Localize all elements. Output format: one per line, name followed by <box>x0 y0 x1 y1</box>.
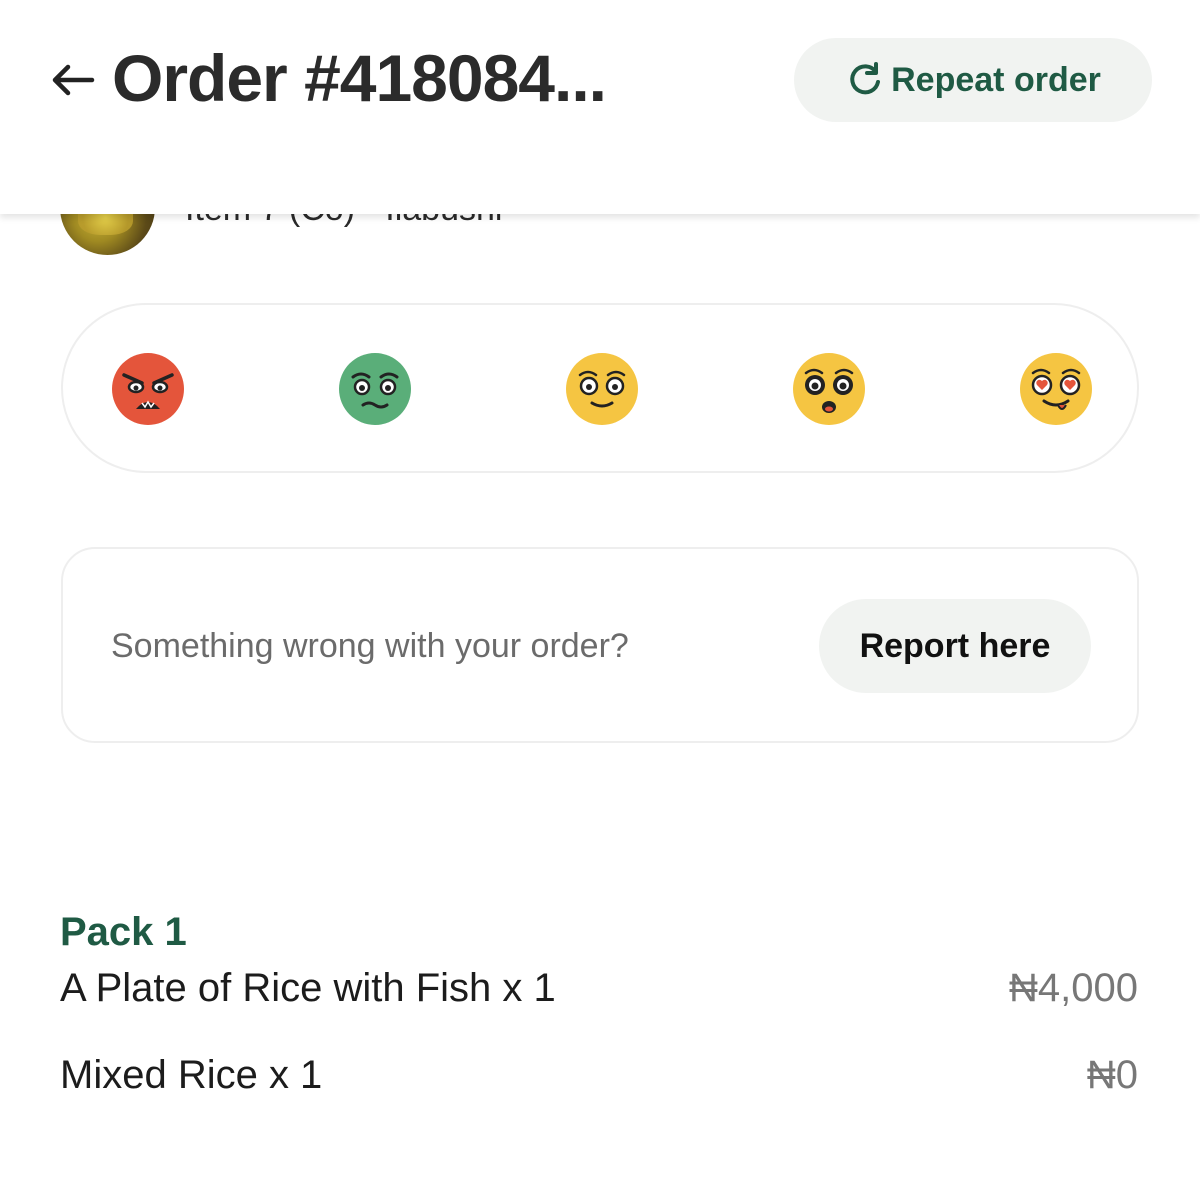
arrow-left-icon <box>52 64 95 96</box>
rating-bar <box>61 303 1139 473</box>
back-button[interactable] <box>44 52 100 108</box>
heart-eyes-face-icon <box>1020 353 1092 425</box>
rating-option-surprised[interactable] <box>793 353 865 425</box>
report-here-button[interactable]: Report here <box>819 599 1091 693</box>
angry-face-icon <box>112 353 184 425</box>
refresh-icon <box>850 62 881 95</box>
repeat-order-button[interactable]: Repeat order <box>794 38 1152 122</box>
item-price: ₦0 <box>1086 1053 1138 1097</box>
item-name: Mixed Rice x 1 <box>60 1053 323 1097</box>
neutral-face-icon <box>566 353 638 425</box>
repeat-order-label: Repeat order <box>891 60 1101 99</box>
list-item: A Plate of Rice with Fish x 1 ₦4,000 <box>60 966 1138 1016</box>
rating-option-sick[interactable] <box>339 353 411 425</box>
rating-option-love[interactable] <box>1020 353 1092 425</box>
sick-face-icon <box>339 353 411 425</box>
item-price: ₦4,000 <box>1009 966 1138 1010</box>
pack-title: Pack 1 <box>60 910 187 954</box>
rating-option-neutral[interactable] <box>566 353 638 425</box>
report-prompt: Something wrong with your order? <box>111 627 629 665</box>
page-title: Order #418084... <box>112 41 607 115</box>
surprised-face-icon <box>793 353 865 425</box>
report-card: Something wrong with your order? Report … <box>61 547 1139 743</box>
list-item: Mixed Rice x 1 ₦0 <box>60 1053 1138 1103</box>
header: Order #418084... Repeat order <box>0 0 1200 214</box>
item-name: A Plate of Rice with Fish x 1 <box>60 966 556 1010</box>
rating-option-angry[interactable] <box>112 353 184 425</box>
